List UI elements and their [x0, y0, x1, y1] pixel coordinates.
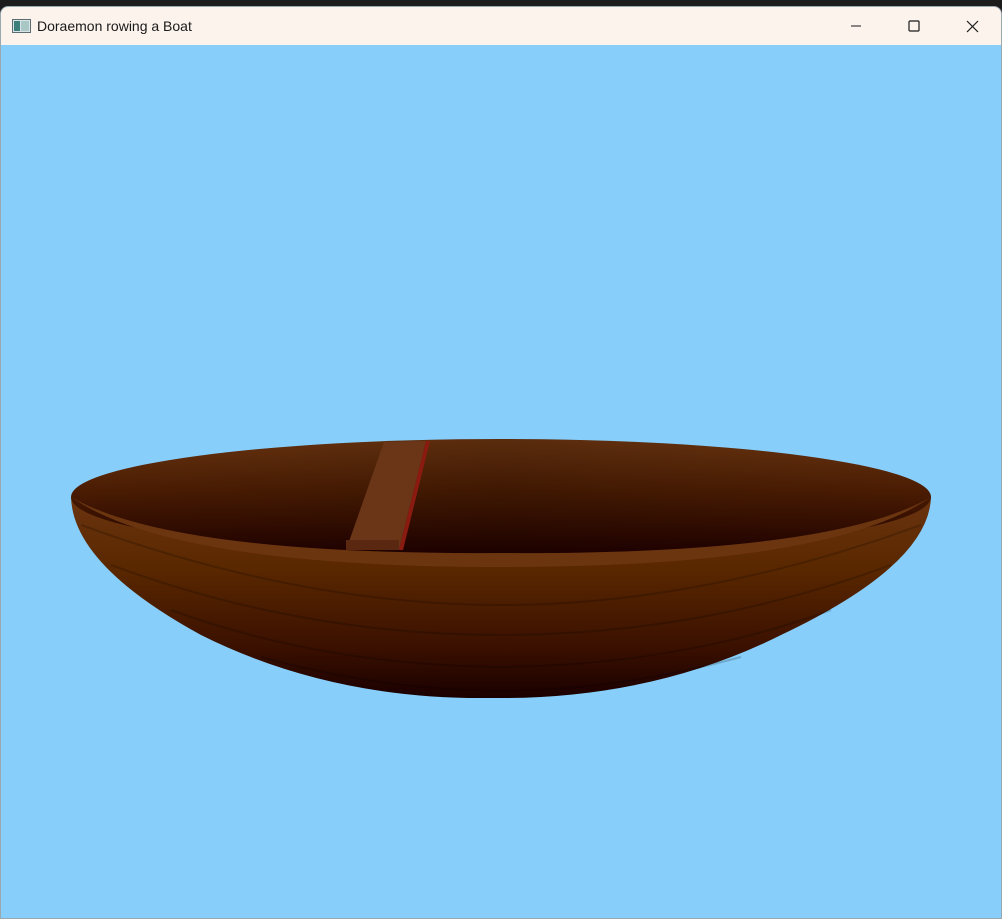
maximize-button[interactable] [885, 7, 943, 45]
close-button[interactable] [943, 7, 1001, 45]
boat-scene [71, 439, 931, 699]
minimize-icon [851, 25, 861, 27]
title-bar[interactable]: Doraemon rowing a Boat [1, 7, 1001, 45]
minimize-button[interactable] [827, 7, 885, 45]
caption-buttons [827, 7, 1001, 45]
render-viewport[interactable] [1, 45, 1001, 918]
close-icon [966, 20, 978, 32]
maximize-icon [908, 20, 920, 32]
window-title: Doraemon rowing a Boat [37, 18, 192, 34]
app-window: Doraemon rowing a Boat [0, 6, 1002, 919]
opengl-window-icon [12, 19, 31, 33]
